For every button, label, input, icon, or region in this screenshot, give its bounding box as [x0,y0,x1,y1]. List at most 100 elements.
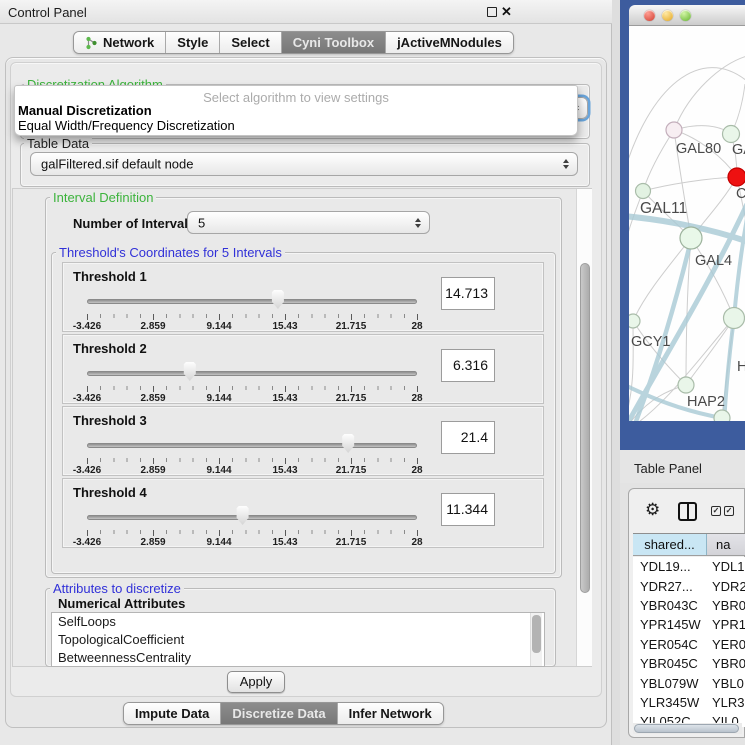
table-data-label: Table Data [24,136,92,151]
table-row[interactable]: YBR043C YBR0 [633,596,745,615]
slider-thumb[interactable] [235,506,250,525]
network-canvas[interactable]: GAL80 GA GAL11 C GAL4 GCY1 H HAP2 [629,26,745,421]
control-panel-titlebar [0,0,612,24]
cell-name: YBR0 [707,598,745,613]
tab-cyni-toolbox[interactable]: Cyni Toolbox [282,32,386,53]
network-node-gal80[interactable] [666,122,682,138]
network-node-selected[interactable] [728,168,745,186]
apply-button[interactable]: Apply [227,671,285,693]
tick-label: 21.715 [328,393,374,404]
dropdown-option-manual[interactable]: Manual Discretization [18,103,152,118]
tab-jactivemnodules[interactable]: jActiveMNodules [386,32,513,53]
tab-select[interactable]: Select [220,32,281,53]
slider-thumb[interactable] [270,290,285,309]
list-item[interactable]: BetweennessCentrality [52,649,544,667]
network-node-gal4[interactable] [680,227,702,249]
tick-label: 2.859 [130,465,176,476]
slider-scale: -3.4262.8599.14415.4321.71528 [87,536,417,548]
tick-label: 28 [394,393,440,404]
checkbox-icon[interactable]: ✓ [711,506,721,516]
tick-label: -3.426 [64,537,110,548]
cell-shared-name: YPR145W [633,617,707,632]
column-header-shared-name[interactable]: shared... [633,534,707,555]
table-row[interactable]: YBR045C YBR0 [633,654,745,673]
table-row[interactable]: YDR27... YDR2 [633,576,745,595]
tab-infer-network[interactable]: Infer Network [338,703,443,724]
table-row[interactable]: YBL079W YBL0 [633,673,745,692]
number-of-intervals-combobox[interactable]: 5 [187,211,430,234]
numerical-attributes-list[interactable]: SelfLoopsTopologicalCoefficientBetweenne… [51,612,545,667]
bottom-tab-bar: Impute Data Discretize Data Infer Networ… [123,702,444,725]
network-node[interactable] [724,308,745,329]
column-layout-icon[interactable] [678,502,697,521]
cell-shared-name: YDL19... [633,559,707,574]
control-panel: Control Panel ✕ Network Style Select Cyn… [0,0,612,745]
table-row[interactable]: YPR145W YPR1 [633,615,745,634]
slider-track[interactable] [87,443,417,448]
threshold-panel: Threshold 3 -3.4262.8599.14415.4321.7152… [62,406,544,476]
threshold-value-field[interactable]: 11.344 [441,493,495,526]
scrollbar-thumb[interactable] [580,263,590,593]
slider-track[interactable] [87,299,417,304]
tab-network[interactable]: Network [74,32,166,53]
cell-name: YDR2 [707,579,745,594]
table-data-combobox[interactable]: galFiltered.sif default node [30,152,578,176]
list-scrollbar[interactable] [530,613,542,666]
scrollbar-thumb[interactable] [634,724,739,733]
threshold-value-field[interactable]: 21.4 [441,421,495,454]
application-window: Control Panel ✕ Network Style Select Cyn… [0,0,745,745]
number-of-intervals-value: 5 [198,215,205,230]
table-row[interactable]: YLR345W YLR3 [633,693,745,712]
checkbox-icon[interactable]: ✓ [724,506,734,516]
vertical-scrollbar[interactable] [576,189,592,666]
slider-thumb[interactable] [182,362,197,381]
cell-name: YBR0 [707,656,745,671]
threshold-slider[interactable] [87,295,417,309]
network-node-hap2[interactable] [678,377,694,393]
slider-track[interactable] [87,371,417,376]
cell-shared-name: YBR043C [633,598,707,613]
tick-label: 21.715 [328,465,374,476]
node-label: HAP2 [687,394,725,410]
horizontal-scrollbar[interactable] [633,723,742,734]
scrollbar-thumb[interactable] [532,615,541,653]
tick-label: -3.426 [64,393,110,404]
column-header-name[interactable]: na [707,534,745,555]
network-node[interactable] [723,126,740,143]
cell-shared-name: YDR27... [633,579,707,594]
threshold-slider[interactable] [87,511,417,525]
slider-thumb[interactable] [341,434,356,453]
threshold-value-field[interactable]: 14.713 [441,277,495,310]
network-node-gcy1[interactable] [629,314,640,328]
list-item[interactable]: SelfLoops [52,613,544,631]
tick-label: 28 [394,465,440,476]
mac-zoom-icon[interactable] [680,10,691,21]
mac-minimize-icon[interactable] [662,10,673,21]
tab-impute-data[interactable]: Impute Data [124,703,221,724]
tick-label: 2.859 [130,321,176,332]
tab-discretize-data[interactable]: Discretize Data [221,703,337,724]
list-item[interactable]: TopologicalCoefficient [52,631,544,649]
threshold-slider[interactable] [87,367,417,381]
tick-label: 28 [394,321,440,332]
tab-style[interactable]: Style [166,32,220,53]
dropdown-option-equal-width[interactable]: Equal Width/Frequency Discretization [18,118,235,133]
mac-close-icon[interactable] [644,10,655,21]
numerical-attributes-label: Numerical Attributes [58,596,185,611]
node-label: GAL4 [695,253,732,269]
network-graph: GAL80 GA GAL11 C GAL4 GCY1 H HAP2 [629,26,745,421]
threshold-value-field[interactable]: 6.316 [441,349,495,382]
float-window-icon[interactable] [487,7,497,17]
gear-icon[interactable]: ⚙ [645,500,660,520]
table-row[interactable]: YER054C YER0 [633,635,745,654]
tick-label: 9.144 [196,465,242,476]
slider-track[interactable] [87,515,417,520]
close-icon[interactable]: ✕ [501,4,512,20]
network-node-gal11[interactable] [636,184,651,199]
cell-name: YPR1 [707,617,745,632]
table-row[interactable]: YDL19... YDL1 [633,557,745,576]
panel-divider[interactable] [612,0,620,745]
slider-scale: -3.4262.8599.14415.4321.71528 [87,392,417,404]
threshold-slider[interactable] [87,439,417,453]
network-node[interactable] [714,410,730,421]
